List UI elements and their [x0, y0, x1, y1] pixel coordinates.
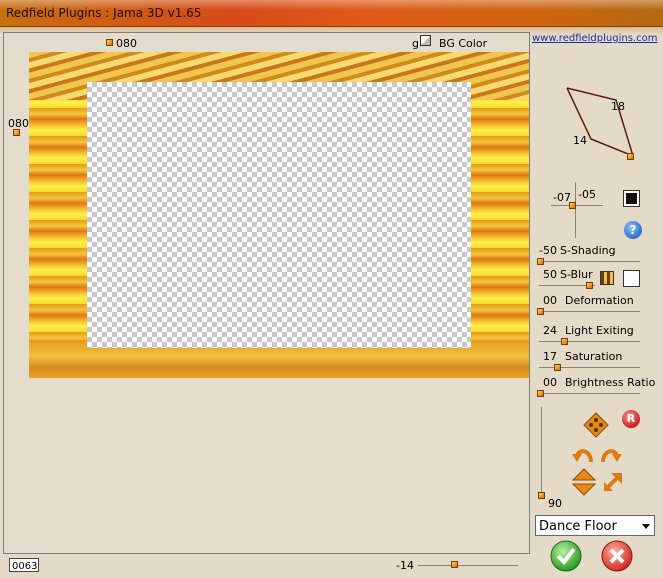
s-blur-label: S-Blur: [560, 268, 593, 281]
preview-image[interactable]: [29, 52, 529, 378]
s-shading-label: S-Shading: [560, 244, 616, 257]
deformation-label: Deformation: [565, 294, 634, 307]
plugin-window: Redfield Plugins : Jama 3D v1.65 080 g B…: [0, 0, 663, 578]
zoom-value: 0063: [12, 561, 38, 572]
light-exiting-track[interactable]: [539, 341, 640, 342]
preset-dropdown[interactable]: Dance Floor: [535, 515, 655, 536]
vertical-slider-track[interactable]: [541, 407, 542, 499]
title-bar[interactable]: Redfield Plugins : Jama 3D v1.65: [0, 0, 663, 27]
light-exiting-label: Light Exiting: [565, 324, 634, 337]
light-exiting-handle[interactable]: [561, 338, 568, 345]
reset-icon[interactable]: R: [622, 410, 640, 428]
deformation-track[interactable]: [539, 311, 640, 312]
cancel-button[interactable]: [600, 539, 634, 573]
saturation-handle[interactable]: [554, 364, 561, 371]
deformation-handle[interactable]: [537, 308, 544, 315]
bottom-slider-handle[interactable]: [451, 561, 458, 568]
position-v-line: [575, 182, 576, 238]
left-offset-handle[interactable]: [13, 129, 20, 136]
s-shading-track[interactable]: [539, 261, 640, 262]
ok-button[interactable]: [549, 539, 583, 573]
position-y-value: -05: [578, 188, 596, 201]
position-h-line: [551, 205, 603, 206]
s-blur-handle[interactable]: [586, 282, 593, 289]
zoom-value-box[interactable]: 0063: [9, 558, 39, 572]
deformation-value: 00: [543, 294, 557, 307]
position-handle[interactable]: [569, 202, 576, 209]
vertical-slider-value: 90: [548, 497, 562, 510]
s-blur-value: 50: [543, 268, 557, 281]
light-direction-widget[interactable]: [561, 84, 661, 164]
bg-color-letter: g: [412, 37, 419, 50]
pattern-icon[interactable]: [600, 271, 614, 285]
brightness-ratio-handle[interactable]: [537, 390, 544, 397]
top-offset-handle[interactable]: [106, 39, 113, 46]
rotate-right-icon[interactable]: [599, 444, 623, 464]
blur-color-swatch[interactable]: [623, 270, 640, 287]
transparent-area: [87, 82, 471, 348]
bottom-slider-track[interactable]: [418, 565, 518, 566]
saturation-label: Saturation: [565, 350, 623, 363]
s-shading-handle[interactable]: [537, 258, 544, 265]
preview-panel: 080 g BG Color 080 0063: [3, 32, 530, 572]
brightness-ratio-track[interactable]: [539, 393, 640, 394]
rotate-left-icon[interactable]: [571, 444, 595, 464]
saturation-value: 17: [543, 350, 557, 363]
light-label-b: 14: [573, 134, 587, 147]
controls-panel: 18 14 -07 -05 ? -50 S-Shading 50 S-Blur: [531, 32, 663, 578]
color-swatch-dark[interactable]: [623, 190, 640, 207]
s-shading-value: -50: [539, 244, 557, 257]
light-exiting-value: 24: [543, 324, 557, 337]
top-offset-value: 080: [116, 37, 137, 50]
window-title: Redfield Plugins : Jama 3D v1.65: [6, 6, 202, 20]
vertical-slider-handle[interactable]: [538, 492, 545, 499]
bottom-slider-value: -14: [396, 559, 414, 572]
help-icon[interactable]: ?: [624, 221, 642, 239]
flip-vertical-icon[interactable]: [571, 468, 597, 496]
light-handle[interactable]: [627, 153, 634, 160]
move-icon[interactable]: [583, 412, 609, 438]
brightness-ratio-label: Brightness Ratio: [565, 376, 656, 389]
chevron-down-icon[interactable]: [642, 524, 650, 529]
preset-dropdown-value: Dance Floor: [539, 519, 617, 534]
bg-color-swatch[interactable]: [420, 35, 431, 46]
light-label-a: 18: [611, 100, 625, 113]
bg-color-label[interactable]: BG Color: [439, 37, 487, 50]
resize-icon[interactable]: [601, 470, 625, 494]
brightness-ratio-value: 00: [543, 376, 557, 389]
